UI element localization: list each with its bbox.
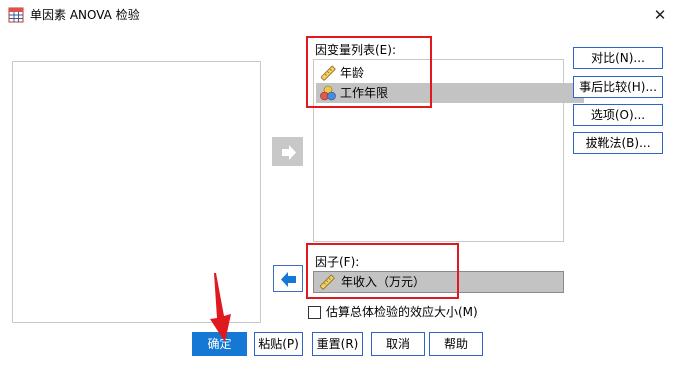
cancel-button[interactable]: 取消	[371, 332, 425, 356]
effect-size-label: 估算总体检验的效应大小(M)	[326, 305, 478, 319]
options-button[interactable]: 选项(O)...	[573, 104, 663, 126]
app-table-icon	[8, 7, 24, 23]
window-title: 单因素 ANOVA 检验	[30, 8, 140, 22]
arrow-right-icon	[282, 145, 296, 160]
reset-button[interactable]: 重置(R)	[312, 332, 363, 356]
dependent-list-highlight	[306, 36, 432, 108]
title-bar: 单因素 ANOVA 检验 ✕	[0, 0, 679, 30]
bootstrap-button[interactable]: 拔靴法(B)...	[573, 132, 663, 154]
annotation-arrow	[210, 273, 231, 342]
paste-button[interactable]: 粘贴(P)	[254, 332, 303, 356]
contrasts-button[interactable]: 对比(N)...	[573, 47, 663, 69]
close-icon[interactable]: ✕	[648, 4, 672, 26]
move-to-dependent-button[interactable]	[272, 137, 303, 166]
help-button[interactable]: 帮助	[429, 332, 483, 356]
move-to-factor-button[interactable]	[273, 265, 303, 292]
arrow-left-icon	[281, 272, 296, 287]
effect-size-checkbox[interactable]	[308, 306, 321, 319]
factor-highlight	[306, 243, 459, 299]
post-hoc-button[interactable]: 事后比较(H)...	[573, 76, 663, 98]
